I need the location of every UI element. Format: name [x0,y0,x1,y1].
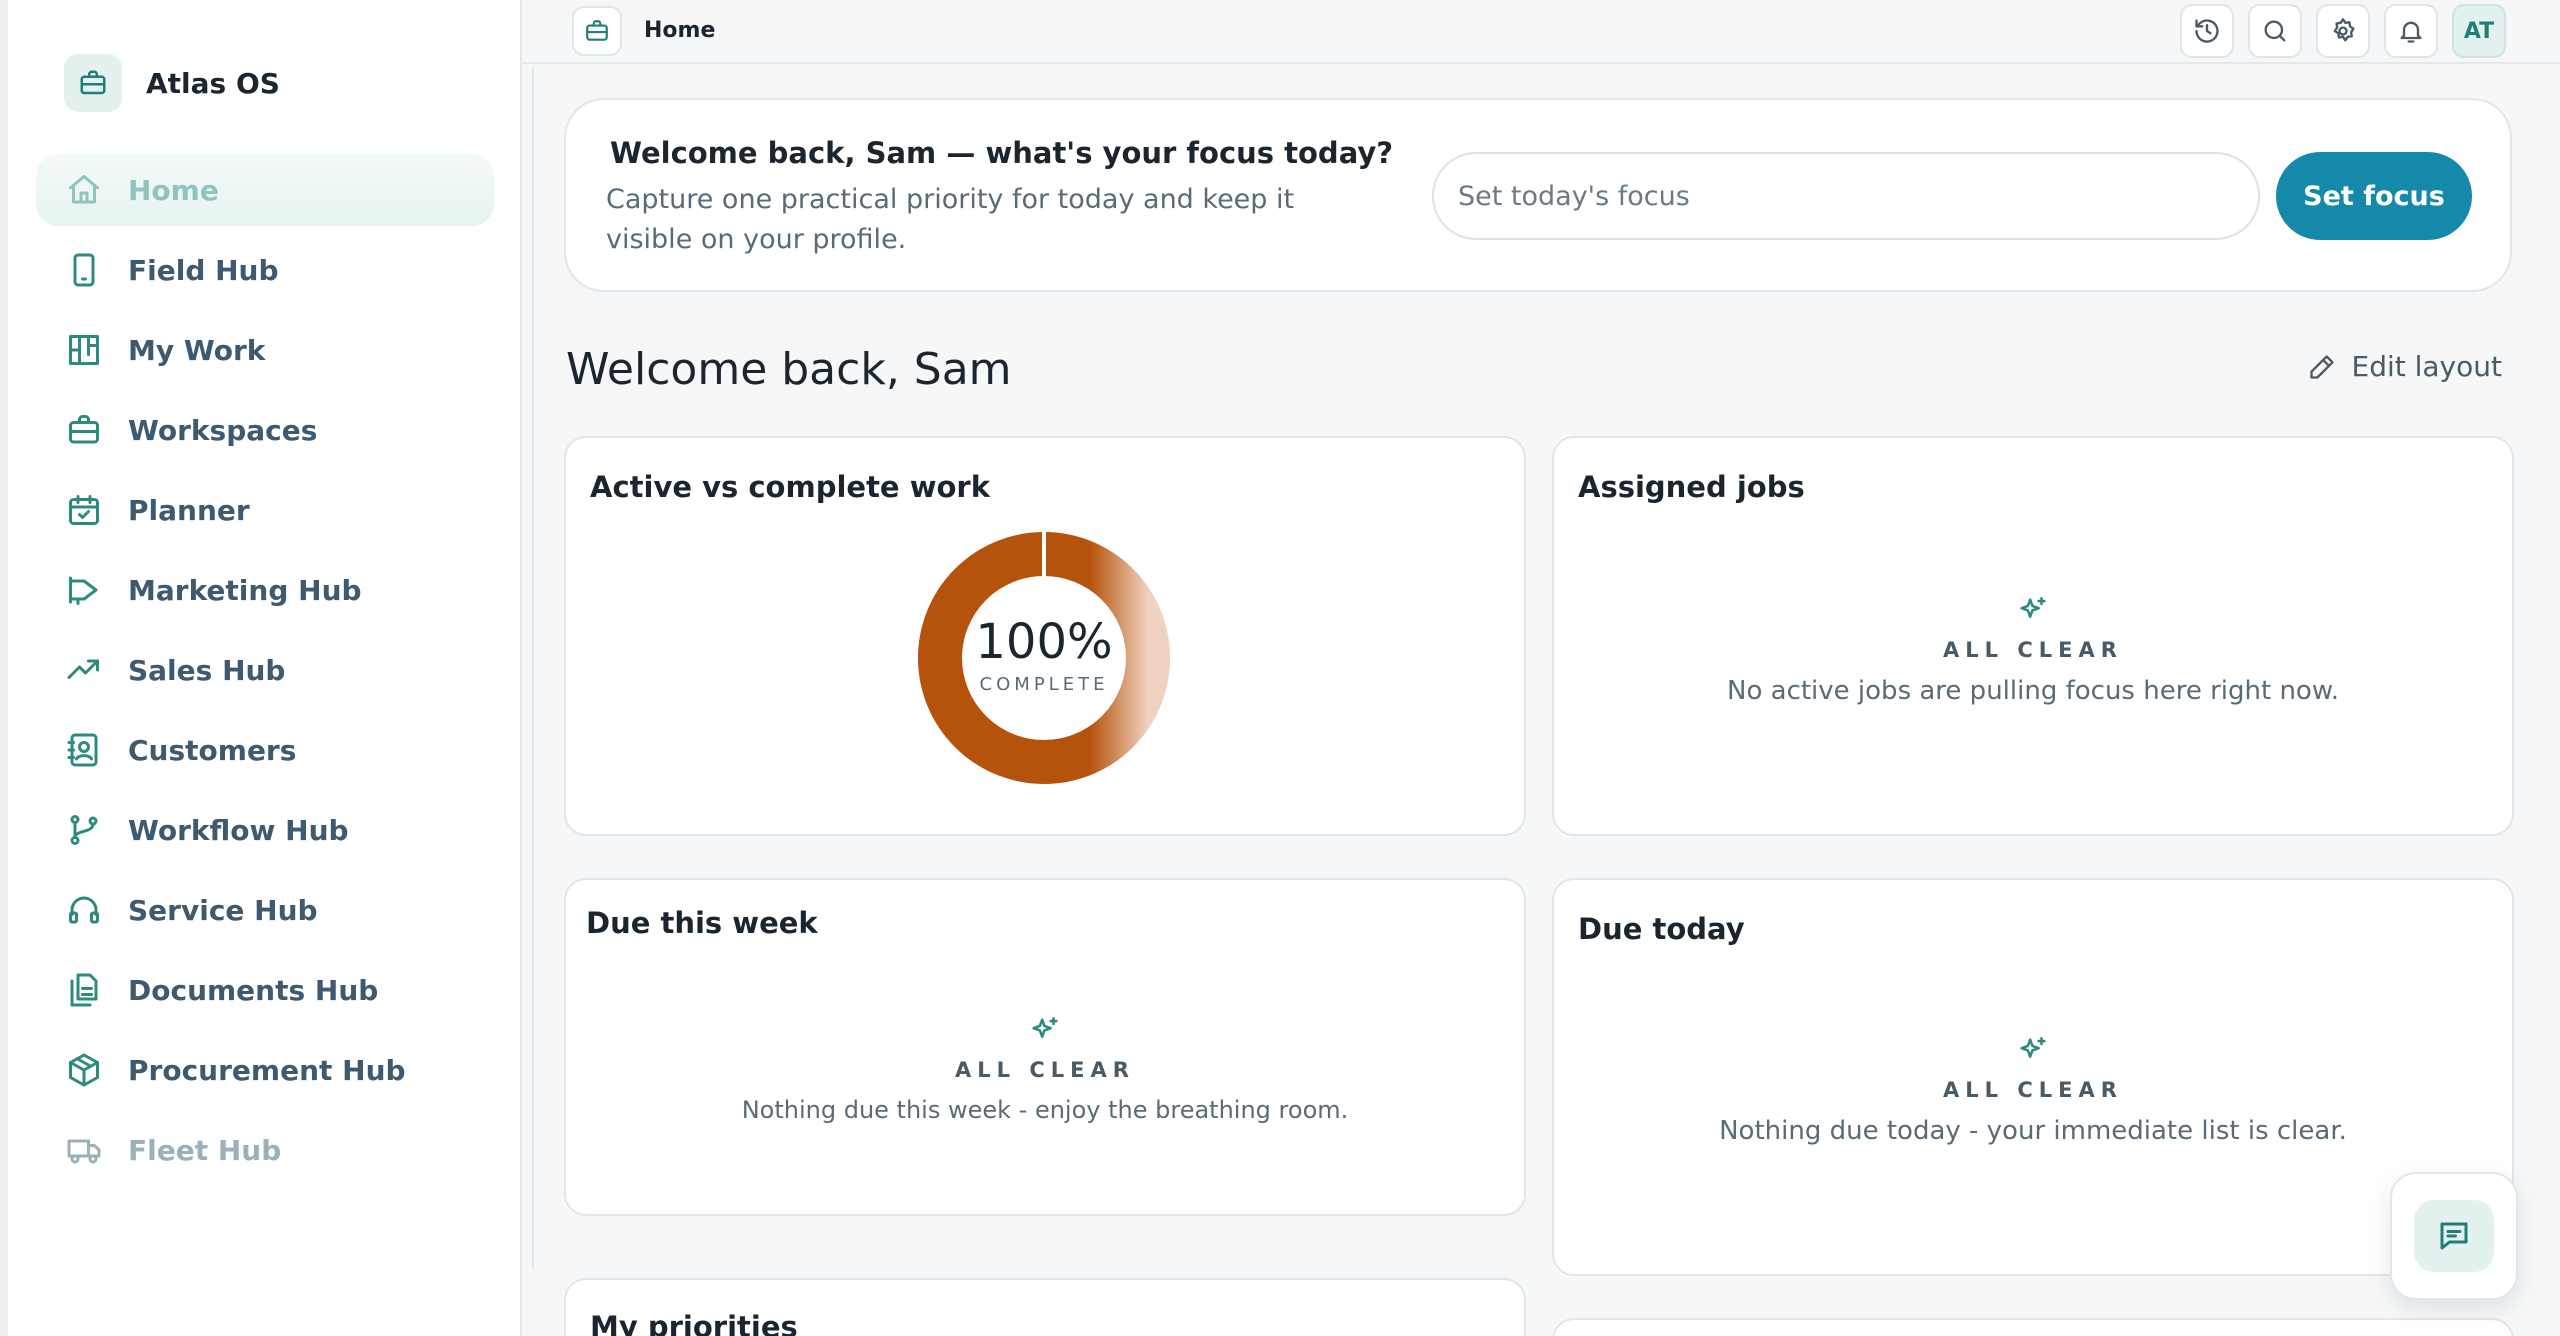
focus-input[interactable] [1432,152,2260,240]
donut-center: 100% COMPLETE [914,528,1174,788]
card-title: Due this week [586,906,818,940]
sparkles-icon [1028,1014,1062,1048]
trending-up-icon [66,652,102,688]
sidebar-item-customers[interactable]: Customers [36,714,494,786]
chat-button[interactable] [2390,1172,2518,1300]
sidebar-item-planner[interactable]: Planner [36,474,494,546]
settings-button[interactable] [2316,4,2370,58]
package-icon [66,1052,102,1088]
workspace-switcher-button[interactable] [572,6,622,56]
sidebar-item-label: Planner [128,493,250,527]
chat-icon-wrap [2414,1200,2494,1272]
calendar-check-icon [66,492,102,528]
notifications-button[interactable] [2384,4,2438,58]
empty-state-message: Nothing due this week - enjoy the breath… [741,1096,1349,1124]
sidebar-item-label: My Work [128,333,266,367]
history-button[interactable] [2180,4,2234,58]
sidebar-item-fleet-hub[interactable]: Fleet Hub [36,1114,494,1186]
completion-percent: 100% [975,613,1113,670]
sparkles-icon [2016,594,2050,628]
history-icon [2193,17,2221,45]
empty-state: ALL CLEAR No active jobs are pulling foc… [1554,594,2512,706]
avatar[interactable]: AT [2452,4,2506,58]
gear-icon [2329,17,2357,45]
headset-icon [66,892,102,928]
sidebar-item-label: Customers [128,733,297,767]
sidebar-item-label: Procurement Hub [128,1053,406,1087]
briefcase-icon [66,412,102,448]
home-icon [66,172,102,208]
sidebar-item-marketing-hub[interactable]: Marketing Hub [36,554,494,626]
sidebar-item-workflow-hub[interactable]: Workflow Hub [36,794,494,866]
sidebar-item-procurement-hub[interactable]: Procurement Hub [36,1034,494,1106]
card-title: My priorities [590,1310,798,1336]
brand[interactable]: Atlas OS [64,54,280,112]
topbar-actions: AT [2180,4,2506,58]
sidebar-item-documents-hub[interactable]: Documents Hub [36,954,494,1026]
edit-layout-label: Edit layout [2351,350,2503,383]
empty-state-message: Nothing due today - your immediate list … [1719,1116,2347,1146]
card-title: Due today [1578,912,1745,946]
sidebar-item-service-hub[interactable]: Service Hub [36,874,494,946]
empty-state: ALL CLEAR Nothing due this week - enjoy … [566,1014,1524,1124]
sidebar-item-label: Fleet Hub [128,1133,282,1167]
page-title: Welcome back, Sam [566,344,1012,395]
sidebar-item-workspaces[interactable]: Workspaces [36,394,494,466]
bell-icon [2397,17,2425,45]
sidebar-item-label: Marketing Hub [128,573,362,607]
assigned-jobs-card: Assigned jobs ALL CLEAR No active jobs a… [1552,436,2514,836]
due-this-week-card: Due this week ALL CLEAR Nothing due this… [564,878,1526,1216]
sidebar-item-label: Workspaces [128,413,318,447]
chat-icon [2436,1218,2472,1254]
card-title: Active vs complete work [590,470,990,504]
sidebar-item-label: Sales Hub [128,653,286,687]
content-divider [532,66,534,1270]
search-icon [2261,17,2289,45]
briefcase-icon [64,54,122,112]
page-breadcrumb: Home [644,18,716,43]
briefcase-icon [584,18,610,44]
completion-label: COMPLETE [979,673,1109,695]
empty-state: ALL CLEAR Nothing due today - your immed… [1554,1034,2512,1146]
search-button[interactable] [2248,4,2302,58]
sidebar-item-home[interactable]: Home [36,154,494,226]
focus-description: Capture one practical priority for today… [606,184,1295,255]
sidebar-item-field-hub[interactable]: Field Hub [36,234,494,306]
pencil-icon [2308,353,2336,381]
focus-banner: Welcome back, Sam — what's your focus to… [564,98,2512,292]
sidebar-item-label: Home [128,173,219,207]
app-name: Atlas OS [146,66,280,100]
sparkles-icon [2016,1034,2050,1068]
completion-donut: 100% COMPLETE [914,528,1174,788]
focus-heading: Welcome back, Sam — what's your focus to… [610,136,1394,170]
my-priorities-card: My priorities [564,1278,1526,1336]
kanban-icon [66,332,102,368]
topbar: Home AT [522,0,2560,64]
documents-icon [66,972,102,1008]
edit-layout-button[interactable]: Edit layout [2308,350,2503,383]
contact-book-icon [66,732,102,768]
due-today-card: Due today ALL CLEAR Nothing due today - … [1552,878,2514,1276]
empty-state-message: No active jobs are pulling focus here ri… [1727,676,2339,706]
sidebar-nav: Home Field Hub My Work Workspaces Planne… [36,154,494,1194]
empty-state-title: ALL CLEAR [1943,638,2123,662]
sidebar-item-label: Field Hub [128,253,279,287]
sidebar-item-my-work[interactable]: My Work [36,314,494,386]
set-focus-button[interactable]: Set focus [2276,152,2472,240]
next-card [1552,1318,2514,1336]
sidebar: Atlas OS Home Field Hub My Work Workspac… [0,0,522,1336]
sidebar-item-label: Workflow Hub [128,813,349,847]
truck-icon [66,1132,102,1168]
empty-state-title: ALL CLEAR [955,1058,1135,1082]
megaphone-icon [66,572,102,608]
sidebar-item-label: Service Hub [128,893,318,927]
sidebar-item-label: Documents Hub [128,973,379,1007]
phone-icon [66,252,102,288]
empty-state-title: ALL CLEAR [1943,1078,2123,1102]
card-title: Assigned jobs [1578,470,1805,504]
active-vs-complete-card: Active vs complete work 100% COMPLETE [564,436,1526,836]
git-branch-icon [66,812,102,848]
sidebar-item-sales-hub[interactable]: Sales Hub [36,634,494,706]
